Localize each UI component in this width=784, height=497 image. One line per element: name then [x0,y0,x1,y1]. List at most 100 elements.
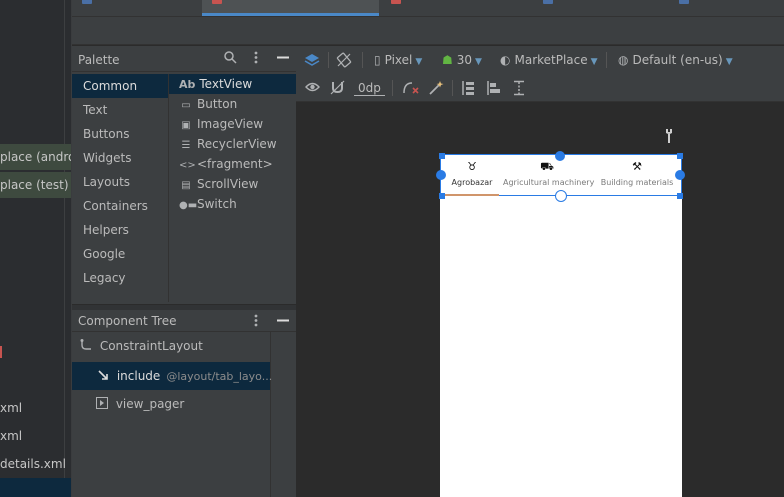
palette-title: Palette [78,53,120,67]
margin-label: 0dp [358,81,381,95]
editor-tab-bar [72,0,784,17]
project-item[interactable]: details.xml [0,451,71,477]
project-item[interactable]: xml [0,423,71,449]
tools-icon: ⚒ [632,160,642,173]
category-text[interactable]: Text [72,98,168,122]
toolbar-separator [452,80,453,96]
tree-node-meta: @layout/tab_layo... [166,370,273,383]
tree-node-include[interactable]: include @layout/tab_layo... [72,362,273,390]
device-label: Pixel [384,53,413,67]
resize-handle[interactable] [677,193,683,199]
category-layouts[interactable]: Layouts [72,170,168,194]
tree-node-label: ConstraintLayout [99,339,203,353]
api-level-dropdown[interactable]: ☗ 30 ▼ [442,52,482,68]
tree-node-constraintlayout[interactable]: ConstraintLayout [72,332,270,360]
top-anchor[interactable] [555,151,565,161]
editor-tab[interactable] [669,0,784,16]
infer-constraints-icon[interactable] [428,80,444,96]
editor-tab[interactable] [72,0,200,16]
palette-widgets: Ab TextView ▭ Button ▣ ImageView ☰ RecyclerV… [168,74,296,302]
chevron-down-icon: ▼ [725,57,733,67]
widget-button[interactable]: ▭ Button [169,94,296,114]
widget-textview[interactable]: Ab TextView [169,74,296,94]
layout-file-icon [212,0,222,4]
constraint-layout-icon [80,339,96,353]
design-canvas[interactable]: ♉ Agrobazar ⛟ Agricultural machinery ⚒ B… [296,102,784,497]
preview-tab[interactable]: ♉ Agrobazar [441,155,503,195]
theme-dropdown[interactable]: ◐ MarketPlace ▼ [500,52,598,68]
category-helpers[interactable]: Helpers [72,218,168,242]
cow-icon: ♉ [467,160,477,173]
category-google[interactable]: Google [72,242,168,266]
globe-icon: ◍ [618,53,629,67]
error-marker [0,346,2,358]
widget-label: Switch [197,197,237,211]
editor-subbar [72,17,784,45]
left-anchor[interactable] [436,170,446,180]
search-icon[interactable] [224,51,237,68]
widget-label: RecyclerView [197,137,277,151]
category-legacy[interactable]: Legacy [72,266,168,290]
kotlin-file-icon [679,0,689,4]
category-containers[interactable]: Containers [72,194,168,218]
tree-node-label: view_pager [115,397,185,411]
project-item[interactable]: place (androi [0,144,72,170]
eye-icon[interactable] [305,80,320,96]
component-tree-title: Component Tree [78,314,177,328]
guidelines-icon[interactable] [512,80,526,96]
widget-scrollview[interactable]: ▤ ScrollView [169,174,296,194]
tree-node-view-pager[interactable]: view_pager [72,390,270,418]
more-options-icon[interactable] [254,314,258,331]
magnet-off-icon[interactable] [330,80,345,96]
chevron-down-icon: ▼ [415,57,423,67]
device-dropdown[interactable]: ▯ Pixel ▼ [374,52,422,68]
resize-handle[interactable] [439,193,445,199]
device-preview[interactable]: ♉ Agrobazar ⛟ Agricultural machinery ⚒ B… [436,151,685,497]
wrench-icon[interactable] [664,129,674,147]
bottom-anchor[interactable] [555,190,567,202]
project-item-label: xml [0,429,23,443]
project-item[interactable]: xml [0,395,71,421]
preview-tab[interactable]: ⚒ Building materials [593,155,681,195]
locale-dropdown[interactable]: ◍ Default (en-us) ▼ [618,52,733,68]
preview-tab-label: Agrobazar [451,178,493,187]
category-common[interactable]: Common [72,74,168,98]
right-anchor[interactable] [675,170,685,180]
minimize-icon[interactable] [277,51,289,68]
minimize-icon[interactable] [277,314,289,331]
widget-label: ImageView [197,117,264,131]
category-widgets[interactable]: Widgets [72,146,168,170]
preview-tab-label: Agricultural machinery [503,178,595,187]
project-item[interactable]: place (test) [0,172,71,198]
resize-handle[interactable] [677,153,683,159]
project-item-label: place (test) [0,178,69,192]
orientation-icon[interactable] [336,52,352,68]
resize-handle[interactable] [439,153,445,159]
component-tree-header: Component Tree [72,310,296,332]
editor-tab[interactable] [381,0,531,16]
project-item-label: place (androi [0,150,72,164]
pack-icon[interactable] [460,80,476,96]
layers-icon[interactable] [304,52,320,68]
widget-imageview[interactable]: ▣ ImageView [169,114,296,134]
palette-categories: Common Text Buttons Widgets Layouts Cont… [72,74,168,290]
include-icon [98,369,113,383]
widget-switch[interactable]: ●▬Switch [169,194,296,214]
view-pager-icon [96,397,112,411]
clear-constraints-icon[interactable] [402,80,420,96]
preview-tab[interactable]: ⛟ Agricultural machinery [503,155,595,195]
editor-tab-active[interactable] [202,0,379,16]
scrollview-icon: ▤ [181,180,191,191]
layout-file-icon [391,0,401,4]
toolbar-separator [392,80,393,96]
switch-icon: ●▬ [179,200,198,211]
widget-recyclerview[interactable]: ☰ RecyclerView [169,134,296,154]
project-item-label: details.xml [0,457,66,471]
widget-fragment[interactable]: <><fragment> [169,154,296,174]
more-options-icon[interactable] [254,51,258,68]
default-margin-dropdown[interactable]: 0dp [354,80,385,96]
editor-tab[interactable] [533,0,667,16]
align-icon[interactable] [486,80,502,96]
widget-label: Button [197,97,238,111]
category-buttons[interactable]: Buttons [72,122,168,146]
